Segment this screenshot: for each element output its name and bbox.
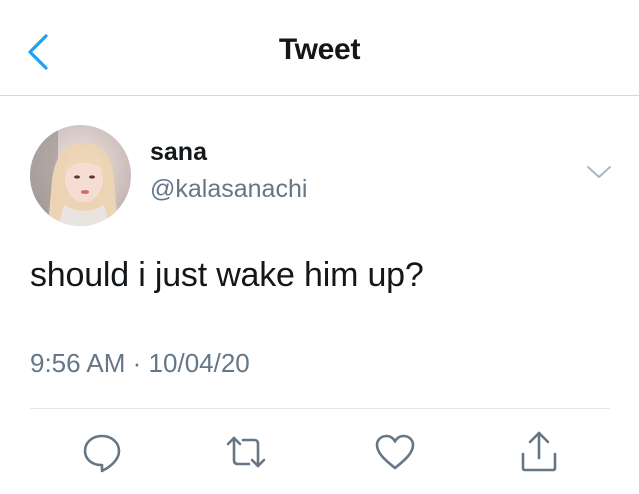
author-name[interactable]: sana — [150, 138, 207, 167]
heart-icon — [375, 434, 415, 470]
avatar[interactable] — [30, 125, 131, 226]
tweet-time: 9:56 AM — [30, 348, 126, 378]
speech-bubble-icon — [83, 434, 121, 473]
tweet-meta: 9:56 AM · 10/04/20 — [30, 348, 250, 379]
retweet-icon — [226, 436, 266, 468]
page-title: Tweet — [278, 33, 361, 66]
share-button[interactable] — [517, 430, 561, 474]
more-options-button[interactable] — [583, 160, 615, 184]
chevron-down-icon — [587, 166, 611, 178]
author-handle[interactable]: @kalasanachi — [150, 175, 307, 204]
tweet-date: 10/04/20 — [148, 348, 250, 378]
reply-button[interactable] — [80, 430, 124, 474]
divider — [30, 408, 610, 409]
retweet-button[interactable] — [224, 430, 268, 474]
share-icon — [521, 431, 557, 472]
tweet-text: should i just wake him up? — [30, 256, 424, 294]
meta-separator: · — [132, 348, 142, 378]
nav-bar: Tweet — [0, 0, 639, 96]
avatar-photo — [30, 125, 131, 226]
like-button[interactable] — [373, 430, 417, 474]
